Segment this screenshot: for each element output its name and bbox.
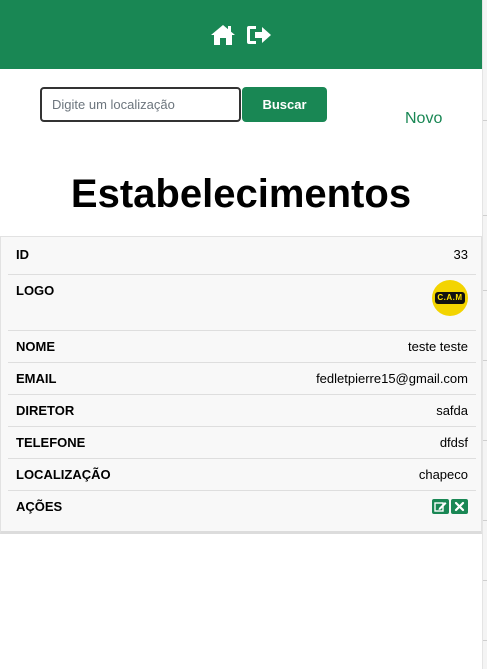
- edge-tick: [483, 360, 487, 361]
- field-label-nome: NOME: [16, 339, 55, 354]
- field-row-diretor: DIRETOR safda: [8, 403, 476, 427]
- edge-tick: [483, 440, 487, 441]
- field-label-email: EMAIL: [16, 371, 57, 386]
- establishment-logo: C.A.M: [432, 280, 468, 316]
- field-row-nome: NOME teste teste: [8, 339, 476, 363]
- field-value-id: 33: [453, 247, 468, 262]
- search-bar: Buscar: [40, 87, 327, 122]
- home-icon[interactable]: [210, 24, 236, 46]
- field-label-diretor: DIRETOR: [16, 403, 75, 418]
- edge-tick: [483, 520, 487, 521]
- new-establishment-link[interactable]: Novo: [405, 110, 442, 128]
- field-value-nome: teste teste: [408, 339, 468, 354]
- field-label-logo: LOGO: [16, 283, 55, 298]
- field-label-telefone: TELEFONE: [16, 435, 86, 450]
- field-value-diretor: safda: [436, 403, 468, 418]
- page-title: Estabelecimentos: [70, 172, 412, 216]
- field-value-localizacao: chapeco: [418, 467, 468, 482]
- delete-icon[interactable]: [451, 499, 468, 514]
- edge-tick: [483, 640, 487, 641]
- field-row-logo: LOGO C.A.M: [8, 280, 476, 331]
- edge-tick: [483, 290, 487, 291]
- establishment-card: ID 33 LOGO C.A.M NOME teste teste EMAIL …: [0, 236, 482, 534]
- right-edge-strip: [482, 0, 487, 669]
- logo-text: C.A.M: [435, 292, 465, 304]
- field-value-email: fedletpierre15@gmail.com: [316, 371, 468, 386]
- field-row-email: EMAIL fedletpierre15@gmail.com: [8, 371, 476, 395]
- edge-tick: [483, 580, 487, 581]
- field-label-id: ID: [16, 247, 29, 262]
- field-row-acoes: AÇÕES: [8, 499, 476, 523]
- search-input[interactable]: [40, 87, 241, 122]
- search-button[interactable]: Buscar: [242, 87, 327, 122]
- field-row-localizacao: LOCALIZAÇÃO chapeco: [8, 467, 476, 491]
- row-actions: [432, 499, 468, 523]
- field-row-id: ID 33: [8, 247, 476, 275]
- field-label-acoes: AÇÕES: [16, 499, 63, 514]
- field-row-telefone: TELEFONE dfdsf: [8, 435, 476, 459]
- edit-icon[interactable]: [432, 499, 449, 514]
- edge-tick: [483, 120, 487, 121]
- field-label-localizacao: LOCALIZAÇÃO: [16, 467, 111, 482]
- field-value-telefone: dfdsf: [439, 435, 468, 450]
- edge-tick: [483, 215, 487, 216]
- top-navbar: [0, 0, 482, 69]
- sign-out-icon[interactable]: [246, 24, 272, 46]
